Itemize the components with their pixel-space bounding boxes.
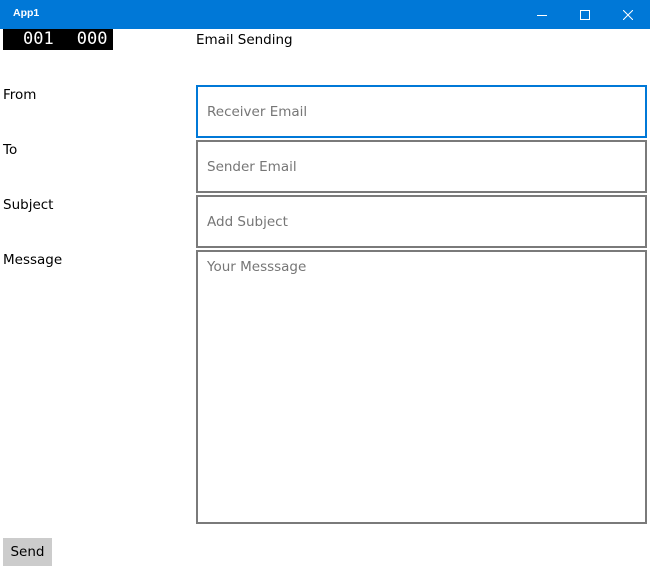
message-label: Message [3,252,63,268]
frame-counter-left: 001 [23,29,54,49]
to-email-input[interactable] [196,140,647,193]
title-bar: App1 [0,0,650,29]
to-label: To [3,142,18,158]
page-title: Email Sending [196,32,293,48]
subject-label: Subject [3,197,54,213]
maximize-button[interactable] [563,0,607,29]
from-label: From [3,87,37,103]
send-button[interactable]: Send [3,538,52,566]
subject-input[interactable] [196,195,647,248]
message-textarea[interactable] [196,250,647,524]
maximize-icon [580,9,590,20]
frame-counter-right: 000 [76,29,108,49]
from-email-input[interactable] [196,85,647,138]
minimize-icon [537,14,547,16]
app-title: App1 [13,7,40,19]
frame-rate-counter: 001 000 [3,29,113,50]
close-button[interactable] [606,0,650,29]
close-icon [623,9,633,20]
minimize-button[interactable] [520,0,564,29]
